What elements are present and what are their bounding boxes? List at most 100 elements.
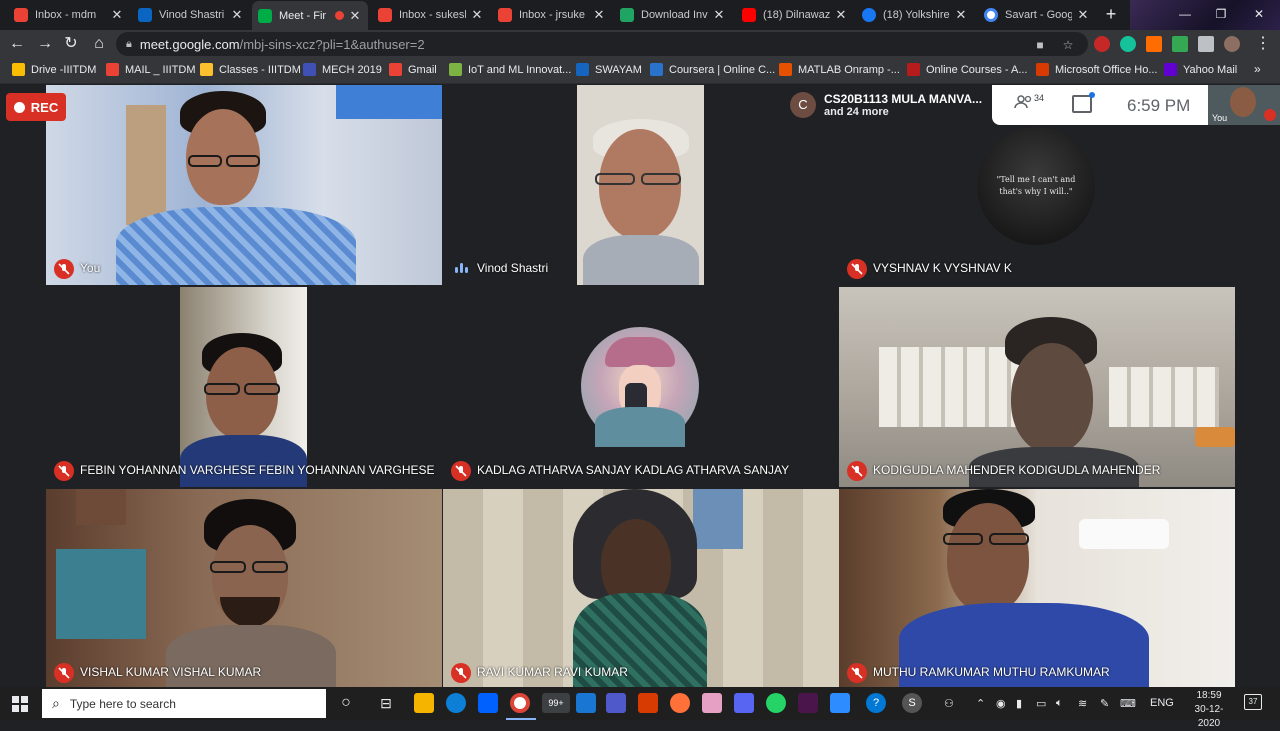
bookmark-mech[interactable]: MECH 2019: [303, 63, 382, 76]
tab-inbox-sukesh[interactable]: Inbox - sukesh ✕: [372, 2, 490, 28]
address-bar[interactable]: 🔒︎ meet.google.com /mbj-sins-xcz?pli=1&a…: [116, 32, 1088, 56]
bookmark-office[interactable]: Microsoft Office Ho...: [1036, 63, 1158, 76]
mic-off-icon: [847, 461, 867, 481]
bookmark-mail[interactable]: MAIL _ IIITDM: [106, 63, 196, 76]
tab-vinod-shastri[interactable]: Vinod Shastri | ✕: [132, 2, 250, 28]
bookmark-star-icon[interactable]: ☆: [1060, 37, 1076, 53]
taskbar-search-box[interactable]: ⌕ Type here to search: [42, 689, 326, 718]
teams-icon[interactable]: [606, 693, 626, 713]
minimize-icon[interactable]: —: [1170, 4, 1200, 24]
chrome-icon[interactable]: [510, 693, 530, 713]
task-view-icon[interactable]: ⊟: [376, 693, 396, 713]
tab-inbox-mdm[interactable]: Inbox - mdm ✕: [8, 2, 130, 28]
help-icon[interactable]: ?: [866, 693, 886, 713]
bookmark-online-courses[interactable]: Online Courses - A...: [907, 63, 1028, 76]
close-icon[interactable]: ✕: [592, 7, 606, 23]
chrome-badge[interactable]: 99+: [542, 693, 570, 713]
firefox-icon[interactable]: [670, 693, 690, 713]
tab-inbox-jrsuke[interactable]: Inbox - jrsuke ✕: [492, 2, 612, 28]
bookmark-drive[interactable]: Drive -IIITDM: [12, 63, 96, 76]
system-clock[interactable]: 18:59 30-12-2020: [1186, 689, 1232, 731]
chat-icon[interactable]: [1072, 95, 1092, 113]
microphone-icon[interactable]: ▮: [1016, 697, 1022, 710]
bookmark-coursera[interactable]: Coursera | Online C...: [650, 63, 775, 76]
close-icon[interactable]: ✕: [230, 7, 244, 23]
office-icon[interactable]: [638, 693, 658, 713]
tab-facebook[interactable]: (18) Yolkshire ✕: [856, 2, 974, 28]
close-icon[interactable]: ✕: [110, 7, 124, 23]
grammarly-icon[interactable]: [1120, 36, 1136, 52]
home-icon[interactable]: ⌂: [88, 34, 110, 54]
forward-icon[interactable]: →: [34, 34, 56, 54]
file-explorer-icon[interactable]: [414, 693, 434, 713]
puzzle-icon[interactable]: [1198, 36, 1214, 52]
people-tray-icon[interactable]: ⚇: [944, 697, 954, 710]
tab-youtube[interactable]: (18) Dilnawaz ✕: [736, 2, 854, 28]
mic-off-icon: [54, 663, 74, 683]
close-icon[interactable]: ✕: [712, 7, 726, 23]
participant-tile[interactable]: RAVI KUMAR RAVI KUMAR: [443, 489, 839, 689]
tab-meet[interactable]: Meet - Fir ✕: [252, 1, 368, 30]
bookmark-classes[interactable]: Classes - IIITDM: [200, 63, 301, 76]
battery-icon[interactable]: ▭: [1036, 697, 1046, 710]
close-icon[interactable]: ✕: [348, 8, 362, 24]
bookmark-iot[interactable]: IoT and ML Innovat...: [449, 63, 571, 76]
extension-icon[interactable]: [1172, 36, 1188, 52]
participant-tile[interactable]: You: [46, 85, 442, 285]
reload-icon[interactable]: ↻: [60, 34, 82, 54]
participant-tile[interactable]: VISHAL KUMAR VISHAL KUMAR: [46, 489, 442, 689]
participant-tile[interactable]: KODIGUDLA MAHENDER KODIGUDLA MAHENDER: [839, 287, 1235, 487]
self-view-thumbnail[interactable]: You: [1208, 85, 1280, 125]
windows-start-icon[interactable]: [12, 696, 28, 712]
wifi-icon[interactable]: ≋: [1078, 697, 1087, 710]
face: [947, 503, 1029, 613]
people-icon[interactable]: 34: [1014, 93, 1044, 115]
tab-download-inv[interactable]: Download Inv ✕: [614, 2, 732, 28]
tab-google[interactable]: Savart - Goog ✕: [978, 2, 1096, 28]
extension-icon[interactable]: [1146, 36, 1162, 52]
maximize-icon[interactable]: ❐: [1206, 4, 1236, 24]
keyboard-icon[interactable]: ⌨: [1120, 697, 1136, 710]
participant-tile[interactable]: FEBIN YOHANNAN VARGHESE FEBIN YOHANNAN V…: [46, 287, 442, 487]
discord-icon[interactable]: [734, 693, 754, 713]
profile-badge[interactable]: S: [902, 693, 922, 713]
slack-icon[interactable]: [798, 693, 818, 713]
back-icon[interactable]: ←: [6, 34, 28, 54]
tray-app-icon[interactable]: ◉: [996, 697, 1006, 710]
bookmark-swayam[interactable]: SWAYAM: [576, 63, 642, 76]
close-icon[interactable]: ✕: [834, 7, 848, 23]
participant-tile[interactable]: MUTHU RAMKUMAR MUTHU RAMKUMAR: [839, 489, 1235, 689]
participant-tile[interactable]: KADLAG ATHARVA SANJAY KADLAG ATHARVA SAN…: [443, 287, 839, 487]
cortana-icon[interactable]: ○: [336, 693, 356, 713]
calendar-icon: [303, 63, 316, 76]
new-tab-button[interactable]: +: [1100, 4, 1122, 26]
bookmark-matlab[interactable]: MATLAB Onramp -...: [779, 63, 900, 76]
dropbox-icon[interactable]: [478, 693, 498, 713]
bookmark-gmail[interactable]: Gmail: [389, 63, 437, 76]
kebab-menu-icon[interactable]: ⋮: [1252, 34, 1274, 54]
participant-tile[interactable]: Vinod Shastri: [443, 85, 839, 285]
chevron-up-icon[interactable]: ⌃: [976, 697, 985, 710]
close-icon[interactable]: ✕: [954, 7, 968, 23]
close-icon[interactable]: ✕: [470, 7, 484, 23]
hanging-cloth: [693, 489, 743, 549]
window-close-icon[interactable]: ✕: [1244, 4, 1274, 24]
extension-icon[interactable]: [1094, 36, 1110, 52]
bookmark-yahoo[interactable]: Yahoo Mail: [1164, 63, 1237, 76]
notification-center-icon[interactable]: 37: [1244, 694, 1262, 710]
close-icon[interactable]: ✕: [1076, 7, 1090, 23]
camera-icon[interactable]: ■: [1032, 37, 1048, 53]
profile-avatar[interactable]: [1224, 36, 1240, 52]
whatsapp-icon[interactable]: [766, 693, 786, 713]
meet-call-area: You Vinod Shastri "Tell me I can't and t…: [0, 85, 1280, 689]
snip-icon[interactable]: [702, 693, 722, 713]
bookmarks-more-button[interactable]: »: [1254, 62, 1261, 76]
pen-icon[interactable]: ✎: [1100, 697, 1109, 710]
app-icon[interactable]: [576, 693, 596, 713]
language-indicator[interactable]: ENG: [1150, 697, 1174, 709]
edge-icon[interactable]: [446, 693, 466, 713]
presenter-info[interactable]: C CS20B1113 MULA MANVA... and 24 more: [784, 85, 992, 125]
glasses: [226, 155, 260, 167]
zoom-icon[interactable]: [830, 693, 850, 713]
volume-icon[interactable]: 🔈︎: [1056, 697, 1063, 710]
